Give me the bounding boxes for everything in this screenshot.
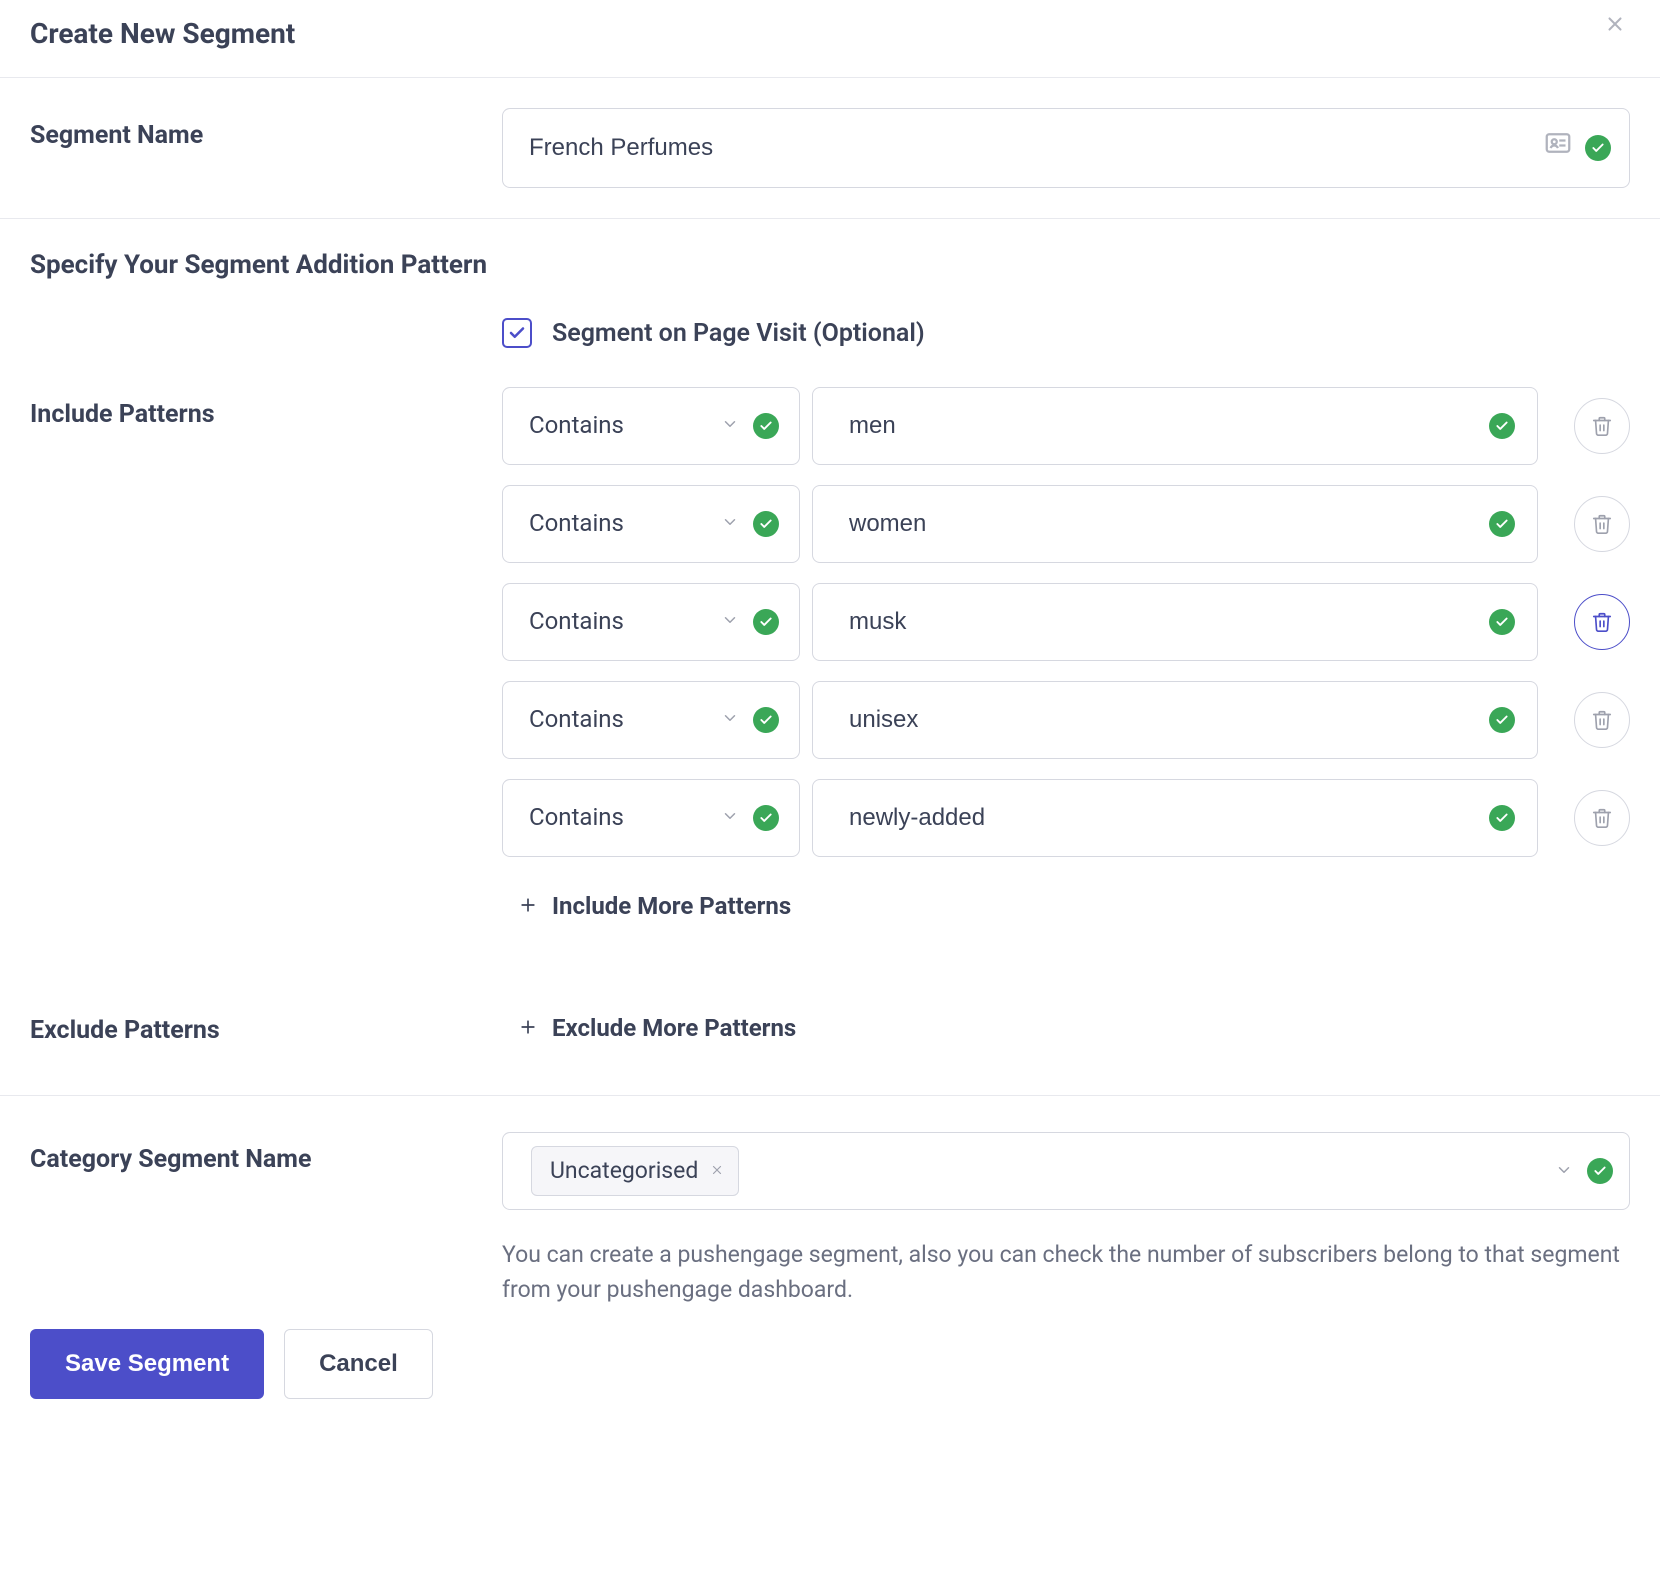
pattern-op-text: Contains — [529, 703, 721, 737]
save-button[interactable]: Save Segment — [30, 1329, 264, 1399]
chevron-down-icon — [721, 703, 739, 737]
segment-name-label: Segment Name — [30, 108, 502, 153]
pattern-value-field[interactable] — [812, 681, 1538, 759]
tag-remove-icon[interactable] — [710, 1159, 724, 1184]
category-tag[interactable]: Uncategorised — [531, 1146, 739, 1196]
pattern-op-text: Contains — [529, 801, 721, 835]
delete-pattern-button[interactable] — [1574, 398, 1630, 454]
pattern-op-select[interactable]: Contains — [502, 779, 800, 857]
pattern-value-input[interactable] — [847, 509, 1489, 539]
plus-icon — [518, 889, 538, 925]
valid-check-icon — [753, 609, 779, 635]
include-pattern-row: Contains — [502, 387, 1630, 465]
chevron-down-icon — [721, 605, 739, 639]
delete-pattern-button[interactable] — [1574, 790, 1630, 846]
pattern-op-text: Contains — [529, 507, 721, 541]
id-card-icon — [1543, 128, 1573, 168]
valid-check-icon — [753, 707, 779, 733]
pattern-value-input[interactable] — [847, 411, 1489, 441]
segment-name-field[interactable] — [502, 108, 1630, 188]
include-more-button[interactable]: Include More Patterns — [502, 881, 1630, 933]
category-tag-text: Uncategorised — [550, 1155, 698, 1187]
segment-name-input[interactable] — [521, 134, 1543, 162]
include-pattern-row: Contains — [502, 681, 1630, 759]
chevron-down-icon — [1555, 1155, 1573, 1189]
valid-check-icon — [1489, 609, 1515, 635]
modal-title: Create New Segment — [30, 14, 295, 53]
delete-pattern-button[interactable] — [1574, 594, 1630, 650]
include-pattern-row: Contains — [502, 583, 1630, 661]
valid-check-icon — [1587, 1158, 1613, 1184]
pattern-value-field[interactable] — [812, 485, 1538, 563]
exclude-more-button[interactable]: Exclude More Patterns — [502, 1003, 1630, 1055]
pattern-op-select[interactable]: Contains — [502, 387, 800, 465]
chevron-down-icon — [721, 507, 739, 541]
include-more-label: Include More Patterns — [552, 890, 791, 924]
pattern-value-field[interactable] — [812, 583, 1538, 661]
pattern-value-input[interactable] — [847, 607, 1489, 637]
valid-check-icon — [753, 413, 779, 439]
category-label: Category Segment Name — [30, 1132, 502, 1177]
pattern-section-title: Specify Your Segment Addition Pattern — [0, 219, 1660, 295]
pattern-op-select[interactable]: Contains — [502, 681, 800, 759]
pattern-value-input[interactable] — [847, 705, 1489, 735]
plus-icon — [518, 1011, 538, 1047]
pattern-op-text: Contains — [529, 409, 721, 443]
cancel-button[interactable]: Cancel — [284, 1329, 433, 1399]
exclude-more-label: Exclude More Patterns — [552, 1012, 796, 1046]
pattern-op-select[interactable]: Contains — [502, 583, 800, 661]
pattern-value-field[interactable] — [812, 779, 1538, 857]
valid-check-icon — [753, 511, 779, 537]
delete-pattern-button[interactable] — [1574, 692, 1630, 748]
chevron-down-icon — [721, 801, 739, 835]
valid-check-icon — [1489, 707, 1515, 733]
page-visit-checkbox[interactable] — [502, 318, 532, 348]
exclude-patterns-label: Exclude Patterns — [30, 1003, 502, 1048]
pattern-op-text: Contains — [529, 605, 721, 639]
include-pattern-row: Contains — [502, 485, 1630, 563]
valid-check-icon — [753, 805, 779, 831]
include-pattern-row: Contains — [502, 779, 1630, 857]
valid-check-icon — [1489, 511, 1515, 537]
chevron-down-icon — [721, 409, 739, 443]
category-select[interactable]: Uncategorised — [502, 1132, 1630, 1210]
include-patterns-label: Include Patterns — [30, 387, 502, 432]
category-helper-text: You can create a pushengage segment, als… — [502, 1238, 1630, 1307]
valid-check-icon — [1489, 413, 1515, 439]
valid-check-icon — [1489, 805, 1515, 831]
valid-check-icon — [1585, 135, 1611, 161]
page-visit-label: Segment on Page Visit (Optional) — [552, 316, 925, 351]
delete-pattern-button[interactable] — [1574, 496, 1630, 552]
pattern-value-field[interactable] — [812, 387, 1538, 465]
pattern-value-input[interactable] — [847, 803, 1489, 833]
close-icon[interactable] — [1600, 8, 1630, 44]
pattern-op-select[interactable]: Contains — [502, 485, 800, 563]
